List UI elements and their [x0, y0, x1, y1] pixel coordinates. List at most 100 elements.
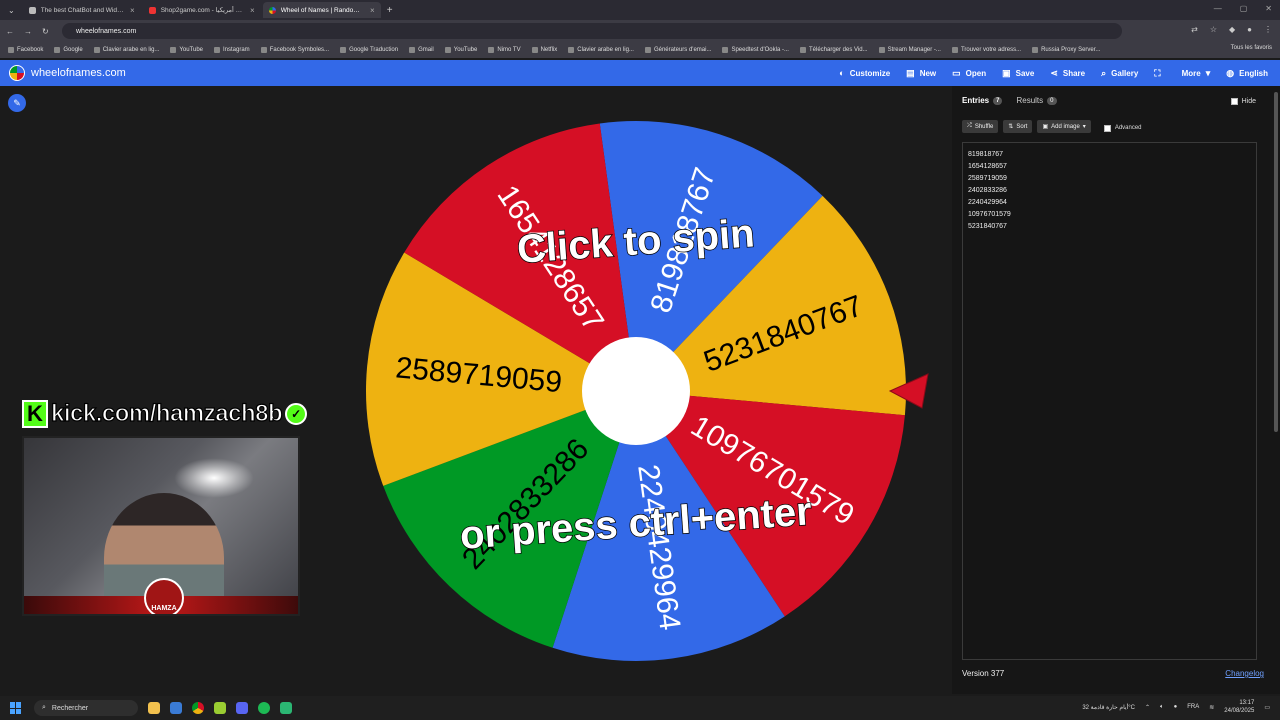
wheel-logo-icon[interactable]	[9, 65, 25, 81]
notifications-icon[interactable]: ▭	[1264, 704, 1270, 711]
entries-textarea[interactable]: 819818767 1654128657 2589719059 2402833286 2…	[962, 142, 1257, 660]
bookmark-favicon-icon	[488, 47, 495, 53]
panel-scrollbar[interactable]	[1274, 92, 1278, 432]
reload-icon[interactable]: ↻	[42, 27, 49, 36]
verified-check-icon: ✓	[285, 403, 308, 425]
hide-toggle[interactable]: Hide	[1230, 98, 1256, 105]
close-icon[interactable]: ×	[250, 6, 255, 15]
app-header: wheelofnames.com ◐ Customize ▤ New ▭ Open ▣ Sav…	[0, 60, 1280, 86]
star-icon[interactable]: ☆	[1210, 25, 1217, 34]
language-indicator[interactable]: FRA	[1187, 704, 1199, 710]
bookmark-item[interactable]: Clavier arabe en lig...	[568, 47, 634, 53]
bookmark-item[interactable]: Stream Manager -...	[878, 47, 941, 53]
mail-icon[interactable]	[170, 702, 182, 714]
new-tab-icon[interactable]: +	[387, 5, 393, 16]
taskbar-search[interactable]: ⌕ Rechercher	[34, 700, 138, 716]
bookmark-item[interactable]: Générateurs d'emai...	[644, 47, 711, 53]
bookmark-item[interactable]: Facebook	[8, 47, 43, 53]
menu-fullscreen-button[interactable]: ⛶	[1154, 68, 1165, 79]
forward-icon[interactable]: →	[24, 27, 32, 36]
green-app-icon[interactable]	[280, 702, 292, 714]
entry-line: 5231840767	[968, 223, 1007, 230]
url-field[interactable]: wheelofnames.com	[62, 23, 1122, 39]
entries-toolbar: ⤮ Shuffle ⇅ Sort ▣ Add image ▾ Advanced	[962, 120, 1142, 133]
speaker-icon[interactable]: 🔈︎	[1160, 704, 1164, 711]
taskbar-apps	[148, 702, 292, 714]
menu-share-button[interactable]: ⋖ Share	[1050, 68, 1085, 79]
weather-widget[interactable]: أيام حارة قادمة 32°C	[1082, 704, 1135, 711]
bookmark-item[interactable]: Nimo TV	[488, 47, 521, 53]
discord-icon[interactable]	[236, 702, 248, 714]
spotify-icon[interactable]	[258, 702, 270, 714]
browser-tab-3[interactable]: Wheel of Names | Random nam ×	[262, 2, 381, 18]
menu-save-button[interactable]: ▣ Save	[1002, 68, 1034, 79]
bookmark-item[interactable]: Netflix	[531, 47, 557, 53]
menu-customize-button[interactable]: ◐ Customize	[839, 68, 890, 78]
bookmark-favicon-icon	[722, 47, 729, 53]
add-image-button[interactable]: ▣ Add image ▾	[1037, 120, 1091, 133]
menu-gallery-button[interactable]: ⌕ Gallery	[1101, 68, 1138, 79]
fullscreen-icon: ⛶	[1154, 67, 1161, 78]
sort-button[interactable]: ⇅ Sort	[1003, 120, 1033, 133]
close-icon[interactable]: ×	[370, 6, 375, 15]
hide-checkbox[interactable]	[1230, 98, 1238, 105]
save-icon: ▣	[1002, 67, 1011, 78]
bookmark-item[interactable]: YouTube	[444, 47, 477, 53]
shuffle-button[interactable]: ⤮ Shuffle	[962, 120, 999, 133]
bookmark-item[interactable]: Speedtest d'Ookla -...	[722, 47, 789, 53]
clock[interactable]: 13:17 24/08/2025	[1224, 699, 1254, 715]
menu-more-button[interactable]: More ▾	[1182, 68, 1211, 79]
wifi-icon[interactable]: ≋	[1209, 704, 1214, 711]
bookmark-item[interactable]: Russia Proxy Server...	[1032, 47, 1100, 53]
browser-tab-2[interactable]: Shop2game.com - أسال أمريكيا×	[143, 2, 261, 18]
bookmark-item[interactable]: Gmail	[409, 47, 434, 53]
tab-menu-icon[interactable]: ⌄	[8, 6, 15, 15]
profile-icon[interactable]: ●	[1247, 25, 1252, 34]
extension-icon[interactable]: ◆	[1229, 25, 1235, 34]
bookmark-item[interactable]: Télécharger des Vid...	[799, 47, 868, 53]
advanced-toggle[interactable]: Advanced	[1103, 120, 1142, 133]
all-bookmarks-link[interactable]: Tous les favoris	[1231, 45, 1272, 51]
menu-english-button[interactable]: ◍ English	[1226, 68, 1268, 79]
bookmark-item[interactable]: Instagram	[214, 47, 250, 53]
menu-new-button[interactable]: ▤ New	[906, 68, 936, 79]
entry-line: 819818767	[968, 151, 1004, 158]
app-title[interactable]: wheelofnames.com	[31, 67, 126, 79]
bookmark-item[interactable]: Trouver votre adress...	[951, 47, 1021, 53]
stack-app-icon[interactable]	[214, 702, 226, 714]
bookmark-item[interactable]: Google	[54, 47, 83, 53]
shuffle-icon: ⤮	[967, 123, 972, 129]
changelog-link[interactable]: Changelog	[1225, 669, 1264, 678]
window-controls: — ▢ ✕	[1214, 4, 1272, 13]
windows-start-icon[interactable]	[10, 702, 22, 714]
kick-logo-icon: K	[22, 400, 48, 428]
translate-icon[interactable]: ⇄	[1191, 25, 1198, 34]
browser-tab-1[interactable]: The best ChatBot and Widgets ×	[23, 2, 141, 18]
tab-entries[interactable]: Entries 7	[962, 96, 1003, 105]
file-explorer-icon[interactable]	[148, 702, 160, 714]
bookmark-item[interactable]: Google Traduction	[340, 47, 398, 53]
browser-toolbar-icons: ⇄ ☆ ◆ ● ⋮	[1191, 25, 1272, 34]
tab-results[interactable]: Results 0	[1016, 96, 1057, 105]
maximize-icon[interactable]: ▢	[1240, 4, 1248, 13]
webcam-overlay: HAMZA	[22, 436, 300, 616]
close-icon[interactable]: ×	[130, 6, 135, 15]
bookmark-item[interactable]: Clavier arabe en lig...	[93, 47, 159, 53]
bookmark-item[interactable]: YouTube	[170, 47, 203, 53]
kick-overlay: K kick.com/hamzach8b ✓	[22, 398, 308, 430]
advanced-checkbox[interactable]	[1103, 124, 1111, 132]
menu-dots-icon[interactable]: ⋮	[1264, 25, 1272, 34]
chrome-icon[interactable]	[192, 702, 204, 714]
mic-icon[interactable]: ●	[1174, 704, 1178, 710]
close-window-icon[interactable]: ✕	[1265, 4, 1272, 13]
edit-pencil-button[interactable]: ✎	[8, 94, 26, 112]
back-icon[interactable]: ←	[6, 27, 14, 36]
tray-chevron-icon[interactable]: ⌃	[1145, 704, 1150, 711]
menu-open-button[interactable]: ▭ Open	[952, 68, 986, 79]
entry-line: 2589719059	[968, 175, 1007, 182]
version-label: Version 377	[962, 669, 1005, 678]
minimize-icon[interactable]: —	[1214, 4, 1222, 13]
bookmark-item[interactable]: Facebook Symboles...	[260, 47, 329, 53]
wheel-center-hub[interactable]	[582, 337, 690, 445]
app-menu: ◐ Customize ▤ New ▭ Open ▣ Save ⋖ Share ⌕ Gallery ⛶ M…	[839, 60, 1268, 86]
